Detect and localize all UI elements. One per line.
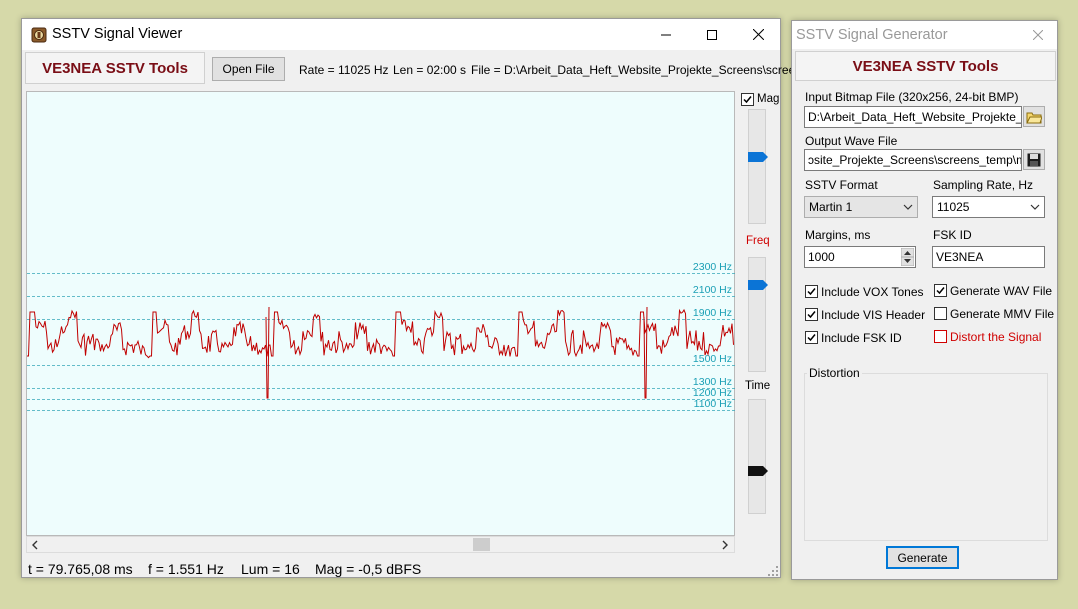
checkmark-icon	[743, 96, 752, 104]
open-file-button[interactable]: Open File	[212, 57, 285, 81]
generator-titlebar[interactable]: SSTV Signal Generator	[792, 21, 1057, 49]
generate-button[interactable]: Generate	[886, 546, 959, 569]
close-button[interactable]	[735, 19, 781, 50]
sampling-rate-label: Sampling Rate, Hz	[933, 178, 1034, 192]
status-bar: t = 79.765,08 ms f = 1.551 Hz Lum = 16 M…	[22, 557, 780, 578]
status-time: t = 79.765,08 ms	[28, 561, 133, 577]
checkbox-label: Generate WAV File	[950, 284, 1053, 298]
viewer-toolbar: VE3NEA SSTV Tools Open File Rate = 11025…	[22, 50, 815, 87]
generator-title: SSTV Signal Generator	[796, 27, 948, 43]
file-info: File = D:\Arbeit_Data_Heft_Website_Proje…	[471, 63, 815, 77]
generator-brand-label: VE3NEA SSTV Tools	[852, 57, 999, 75]
checkbox-label: Include FSK ID	[821, 331, 902, 345]
fsk-id-label: FSK ID	[933, 228, 972, 242]
checkbox[interactable]	[934, 284, 947, 297]
folder-icon	[1026, 112, 1042, 123]
browse-input-button[interactable]	[1023, 106, 1045, 127]
checkmark-icon	[807, 288, 816, 296]
generator-brand-panel: VE3NEA SSTV Tools	[795, 51, 1056, 81]
fsk-id-field[interactable]: VE3NEA	[932, 246, 1045, 268]
signal-plot-svg: 2300 Hz2100 Hz1900 Hz1500 Hz1300 Hz1200 …	[27, 261, 736, 411]
signal-viewer-window: SSTV Signal Viewer VE3NEA SSTV Tools Ope…	[21, 18, 815, 578]
output-wave-field[interactable]: ɔsite_Projekte_Screens\screens_temp\moi.…	[804, 149, 1022, 171]
status-frequency: f = 1.551 Hz	[148, 561, 224, 577]
checkbox[interactable]	[805, 331, 818, 344]
frequency-label: 1900 Hz	[693, 307, 732, 319]
scroll-thumb[interactable]	[473, 538, 490, 551]
frequency-label: 2300 Hz	[693, 261, 732, 273]
time-slider-thumb[interactable]	[748, 466, 768, 477]
signal-plot[interactable]: 2300 Hz 2100 Hz 1900 Hz 1500 Hz 1300 Hz 1200 …	[26, 91, 736, 536]
checkbox[interactable]	[805, 285, 818, 298]
mag-label: Mag	[757, 93, 780, 105]
frequency-label: 1500 Hz	[693, 353, 732, 365]
frequency-label: 1100 Hz	[694, 398, 732, 410]
spin-arrows-icon[interactable]	[901, 248, 914, 266]
checkmark-icon	[807, 334, 816, 342]
chevron-down-icon	[903, 204, 913, 210]
brand-panel: VE3NEA SSTV Tools	[25, 52, 205, 84]
checkmark-icon	[807, 311, 816, 319]
input-bitmap-field[interactable]: D:\Arbeit_Data_Heft_Website_Projekte_Scr	[804, 106, 1022, 128]
rate-info: Rate = 11025 Hz	[299, 63, 389, 77]
status-magnitude: Mag = -0,5 dBFS	[315, 561, 422, 577]
sampling-rate-select[interactable]: 11025	[932, 196, 1045, 218]
app-icon	[31, 27, 47, 43]
signal-generator-window: SSTV Signal Generator VE3NEA SSTV Tools …	[791, 20, 1058, 580]
sampling-rate-value: 11025	[937, 200, 970, 214]
output-wave-label: Output Wave File	[805, 134, 898, 148]
maximize-icon	[707, 29, 717, 40]
save-output-button[interactable]	[1023, 149, 1045, 170]
checkbox[interactable]	[934, 330, 947, 343]
sstv-format-select[interactable]: Martin 1	[804, 196, 918, 218]
time-label: Time	[745, 380, 771, 392]
close-icon	[1033, 30, 1043, 40]
close-icon	[752, 29, 764, 40]
sstv-format-label: SSTV Format	[805, 178, 878, 192]
mag-slider-track[interactable]	[748, 109, 766, 224]
save-icon	[1027, 153, 1041, 166]
freq-slider-track[interactable]	[748, 257, 766, 372]
scroll-right-icon[interactable]	[721, 540, 729, 550]
chevron-down-icon	[1030, 204, 1040, 210]
minimize-button[interactable]	[643, 19, 689, 50]
mag-checkbox[interactable]	[741, 93, 754, 106]
viewer-title: SSTV Signal Viewer	[52, 26, 183, 42]
viewer-titlebar[interactable]: SSTV Signal Viewer	[22, 19, 780, 50]
checkbox-label: Include VIS Header	[821, 308, 926, 322]
status-luminance: Lum = 16	[241, 561, 300, 577]
margins-value: 1000	[808, 250, 835, 264]
checkbox-label: Include VOX Tones	[821, 285, 924, 299]
frequency-label: 2100 Hz	[693, 284, 732, 296]
minimize-icon	[661, 34, 671, 35]
checkbox-label: Generate MMV File	[950, 307, 1055, 321]
generator-close-button[interactable]	[1020, 21, 1056, 49]
sync-pulse	[643, 306, 648, 399]
checkmark-icon	[936, 287, 945, 295]
length-info: Len = 02:00 s	[393, 63, 467, 77]
checkbox[interactable]	[805, 308, 818, 321]
sstv-format-value: Martin 1	[809, 200, 853, 214]
checkbox-label: Distort the Signal	[950, 330, 1042, 344]
scroll-left-icon[interactable]	[31, 540, 39, 550]
resize-grip-icon[interactable]	[768, 566, 778, 576]
checkbox[interactable]	[934, 307, 947, 320]
margins-label: Margins, ms	[805, 228, 871, 242]
time-slider-track[interactable]	[748, 399, 766, 514]
distortion-label: Distortion	[807, 366, 862, 380]
display-controls: Mag Freq Time	[738, 91, 780, 556]
horizontal-scrollbar[interactable]	[26, 536, 735, 553]
brand-label: VE3NEA SSTV Tools	[42, 59, 188, 77]
freq-label: Freq	[746, 235, 770, 247]
signal-trace	[27, 308, 734, 359]
input-bitmap-label: Input Bitmap File (320x256, 24-bit BMP)	[805, 90, 1019, 104]
margins-spinbox[interactable]: 1000	[804, 246, 916, 268]
freq-slider-thumb[interactable]	[748, 279, 768, 290]
mag-slider-thumb[interactable]	[748, 152, 768, 163]
distortion-group: Distortion	[804, 366, 1048, 541]
maximize-button[interactable]	[689, 19, 735, 50]
